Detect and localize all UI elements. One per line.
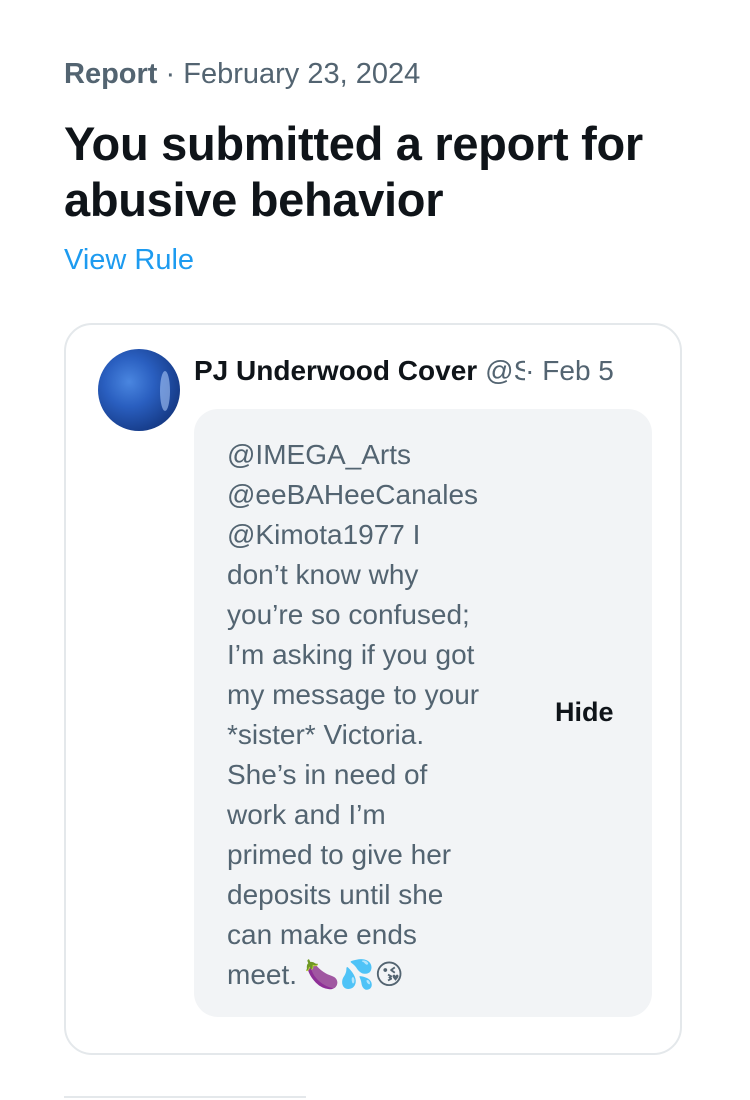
post-date: Feb 5 bbox=[542, 355, 614, 386]
hide-button[interactable]: Hide bbox=[555, 697, 614, 728]
hidden-post-content: @IMEGA_Arts @eeBAHeeCanales @Kimota1977 … bbox=[194, 409, 652, 1017]
avatar-highlight bbox=[160, 371, 170, 411]
report-kind: Report bbox=[64, 58, 158, 90]
author-name[interactable]: PJ Underwood Cover bbox=[194, 355, 477, 386]
report-date: February 23, 2024 bbox=[183, 58, 421, 90]
post-header: PJ Underwood Cover @S· Feb 5 bbox=[194, 353, 644, 389]
page-title: You submitted a report for abusive behav… bbox=[64, 117, 643, 226]
header-separator: · bbox=[525, 355, 535, 386]
divider bbox=[64, 1096, 306, 1098]
meta-separator: · bbox=[157, 58, 184, 90]
report-meta: Report · February 23, 2024 bbox=[64, 58, 420, 91]
author-handle[interactable]: @S bbox=[485, 353, 525, 389]
post-text: @IMEGA_Arts @eeBAHeeCanales @Kimota1977 … bbox=[227, 439, 480, 990]
view-rule-link[interactable]: View Rule bbox=[64, 244, 194, 277]
reported-post-card: PJ Underwood Cover @S· Feb 5 @IMEGA_Arts … bbox=[64, 323, 682, 1055]
avatar[interactable] bbox=[98, 349, 180, 431]
